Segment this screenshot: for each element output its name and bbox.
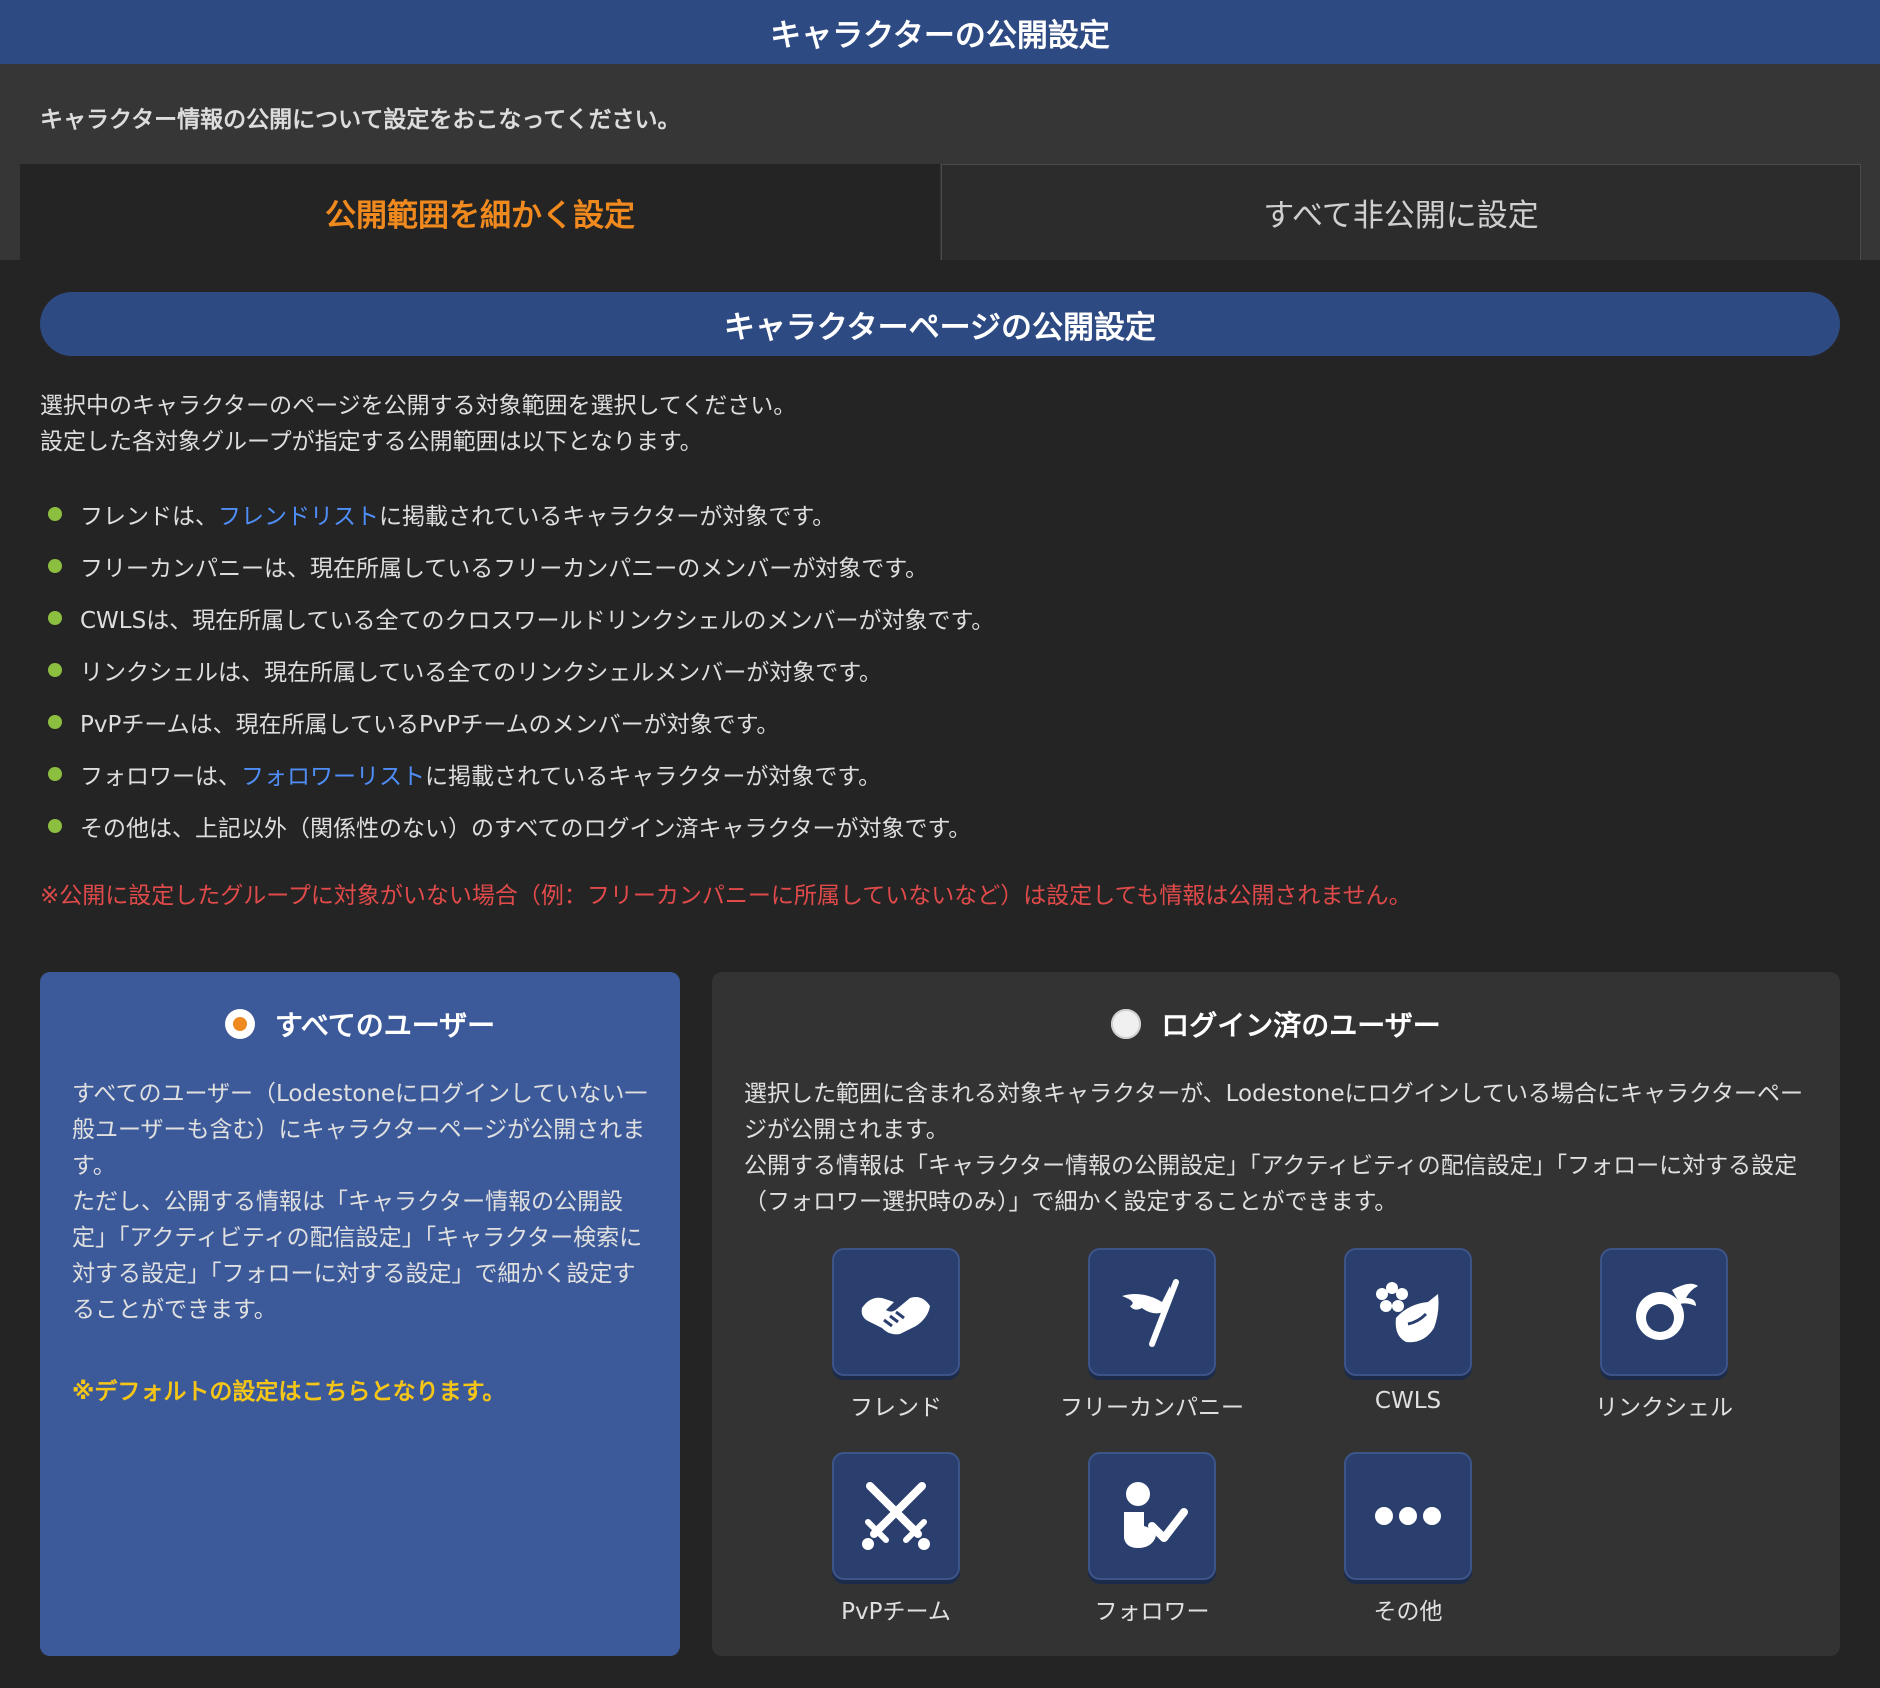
list-item: フレンドは、 フレンドリスト に掲載されているキャラクターが対象です。 (48, 488, 994, 540)
group-follower[interactable]: フォロワー (1052, 1452, 1252, 1626)
more-dots-icon (1375, 1507, 1441, 1525)
radio-logged-in-users[interactable] (1111, 1009, 1142, 1039)
group-cwls-box (1344, 1248, 1472, 1376)
section-header: キャラクターページの公開設定 (40, 292, 1840, 356)
section-description-2: 設定した各対象グループが指定する公開範囲は以下となります。 (40, 429, 703, 455)
list-item: リンクシェルは、現在所属している全てのリンクシェルメンバーが対象です。 (48, 644, 994, 696)
group-pvp-team[interactable]: PvPチーム (796, 1452, 996, 1626)
follower-list-link[interactable]: フォロワーリスト (241, 757, 425, 791)
option-all-users-body-1: すべてのユーザー（Lodestoneにログインしていない一般ユーザーも含む）にキ… (72, 1081, 648, 1179)
tab-all-private[interactable]: すべて非公開に設定 (941, 164, 1861, 260)
default-setting-note: ※デフォルトの設定はこちらとなります。 (72, 1379, 506, 1405)
option-logged-in-label: ログイン済のユーザー (1161, 1009, 1441, 1042)
company-flag-icon (1122, 1279, 1179, 1347)
list-item: CWLSは、現在所属している全てのクロスワールドリンクシェルのメンバーが対象です… (48, 592, 994, 644)
option-all-users-description: すべてのユーザー（Lodestoneにログインしていない一般ユーザーも含む）にキ… (72, 1076, 652, 1328)
section-title: キャラクターページの公開設定 (723, 309, 1157, 346)
group-others[interactable]: その他 (1308, 1452, 1508, 1626)
group-pvp-team-box (832, 1452, 960, 1580)
section-description-1: 選択中のキャラクターのページを公開する対象範囲を選択してください。 (40, 393, 797, 419)
group-linkshell[interactable]: リンクシェル (1564, 1248, 1764, 1422)
follower-check-icon (1124, 1482, 1188, 1548)
group-friend-box (832, 1248, 960, 1376)
option-logged-in-body-2: 公開する情報は「キャラクター情報の公開設定」「アクティビティの配信設定」「フォロ… (744, 1153, 1798, 1215)
intro-text: キャラクター情報の公開について設定をおこなってください。 (40, 107, 681, 133)
group-cwls[interactable]: CWLS (1308, 1248, 1508, 1414)
group-free-company[interactable]: フリーカンパニー (1052, 1248, 1252, 1422)
option-logged-in-body-1: 選択した範囲に含まれる対象キャラクターが、Lodestoneにログインしている場… (744, 1081, 1804, 1143)
bullet-dot-icon (48, 559, 62, 573)
group-free-company-box (1088, 1248, 1216, 1376)
bullet-dot-icon (48, 767, 62, 781)
option-logged-in-users-card[interactable]: ログイン済のユーザー 選択した範囲に含まれる対象キャラクターが、Lodeston… (712, 972, 1840, 1656)
list-item: フリーカンパニーは、現在所属しているフリーカンパニーのメンバーが対象です。 (48, 540, 994, 592)
group-follower-label: フォロワー (1094, 1599, 1210, 1625)
group-friend[interactable]: フレンド (796, 1248, 996, 1422)
group-pvp-team-label: PvPチーム (841, 1599, 951, 1625)
bullet-dot-icon (48, 819, 62, 833)
group-free-company-label: フリーカンパニー (1060, 1395, 1244, 1421)
group-definition-list: フレンドは、 フレンドリスト に掲載されているキャラクターが対象です。 フリーカンパ… (48, 488, 994, 852)
page-title: キャラクターの公開設定 (770, 17, 1110, 54)
option-all-users-card[interactable]: すべてのユーザー すべてのユーザー（Lodestoneにログインしていない一般ユ… (40, 972, 680, 1656)
group-follower-box (1088, 1452, 1216, 1580)
radio-selected-dot (232, 1017, 247, 1031)
friend-list-link[interactable]: フレンドリスト (218, 497, 379, 531)
notice-text: ※公開に設定したグループに対象がいない場合（例：フリーカンパニーに所属していない… (40, 883, 1412, 909)
list-item: その他は、上記以外（関係性のない）のすべてのログイン済キャラクターが対象です。 (48, 800, 994, 852)
flower-shell-icon (1376, 1282, 1439, 1343)
option-all-users-body-2: ただし、公開する情報は「キャラクター情報の公開設定」「アクティビティの配信設定」… (72, 1189, 643, 1323)
list-item: フォロワーは、 フォロワーリスト に掲載されているキャラクターが対象です。 (48, 748, 994, 800)
page-header: キャラクターの公開設定 (0, 0, 1880, 64)
bullet-dot-icon (48, 507, 62, 521)
group-others-label: その他 (1373, 1599, 1443, 1625)
option-logged-in-title: ログイン済のユーザー (712, 1004, 1840, 1044)
bullet-dot-icon (48, 663, 62, 677)
option-all-users-title: すべてのユーザー (40, 1004, 680, 1044)
tab-detailed-settings[interactable]: 公開範囲を細かく設定 (20, 164, 940, 260)
list-item: PvPチームは、現在所属しているPvPチームのメンバーが対象です。 (48, 696, 994, 748)
tab-all-private-label: すべて非公開に設定 (1263, 198, 1539, 234)
option-logged-in-description: 選択した範囲に含まれる対象キャラクターが、Lodestoneにログインしている場… (744, 1076, 1814, 1220)
group-cwls-label: CWLS (1374, 1388, 1442, 1414)
bullet-dot-icon (48, 611, 62, 625)
group-friend-label: フレンド (850, 1395, 942, 1421)
group-others-box (1344, 1452, 1472, 1580)
handshake-icon (861, 1297, 930, 1335)
settings-panel: キャラクターページの公開設定 選択中のキャラクターのページを公開する対象範囲を選… (0, 260, 1880, 1688)
radio-all-users[interactable] (224, 1009, 255, 1039)
tab-detailed-label: 公開範囲を細かく設定 (325, 197, 635, 234)
group-linkshell-label: リンクシェル (1595, 1395, 1733, 1421)
linkshell-icon (1636, 1283, 1698, 1340)
crossed-swords-icon (862, 1482, 930, 1550)
option-all-users-label: すべてのユーザー (274, 1009, 496, 1042)
group-linkshell-box (1600, 1248, 1728, 1376)
bullet-dot-icon (48, 715, 62, 729)
